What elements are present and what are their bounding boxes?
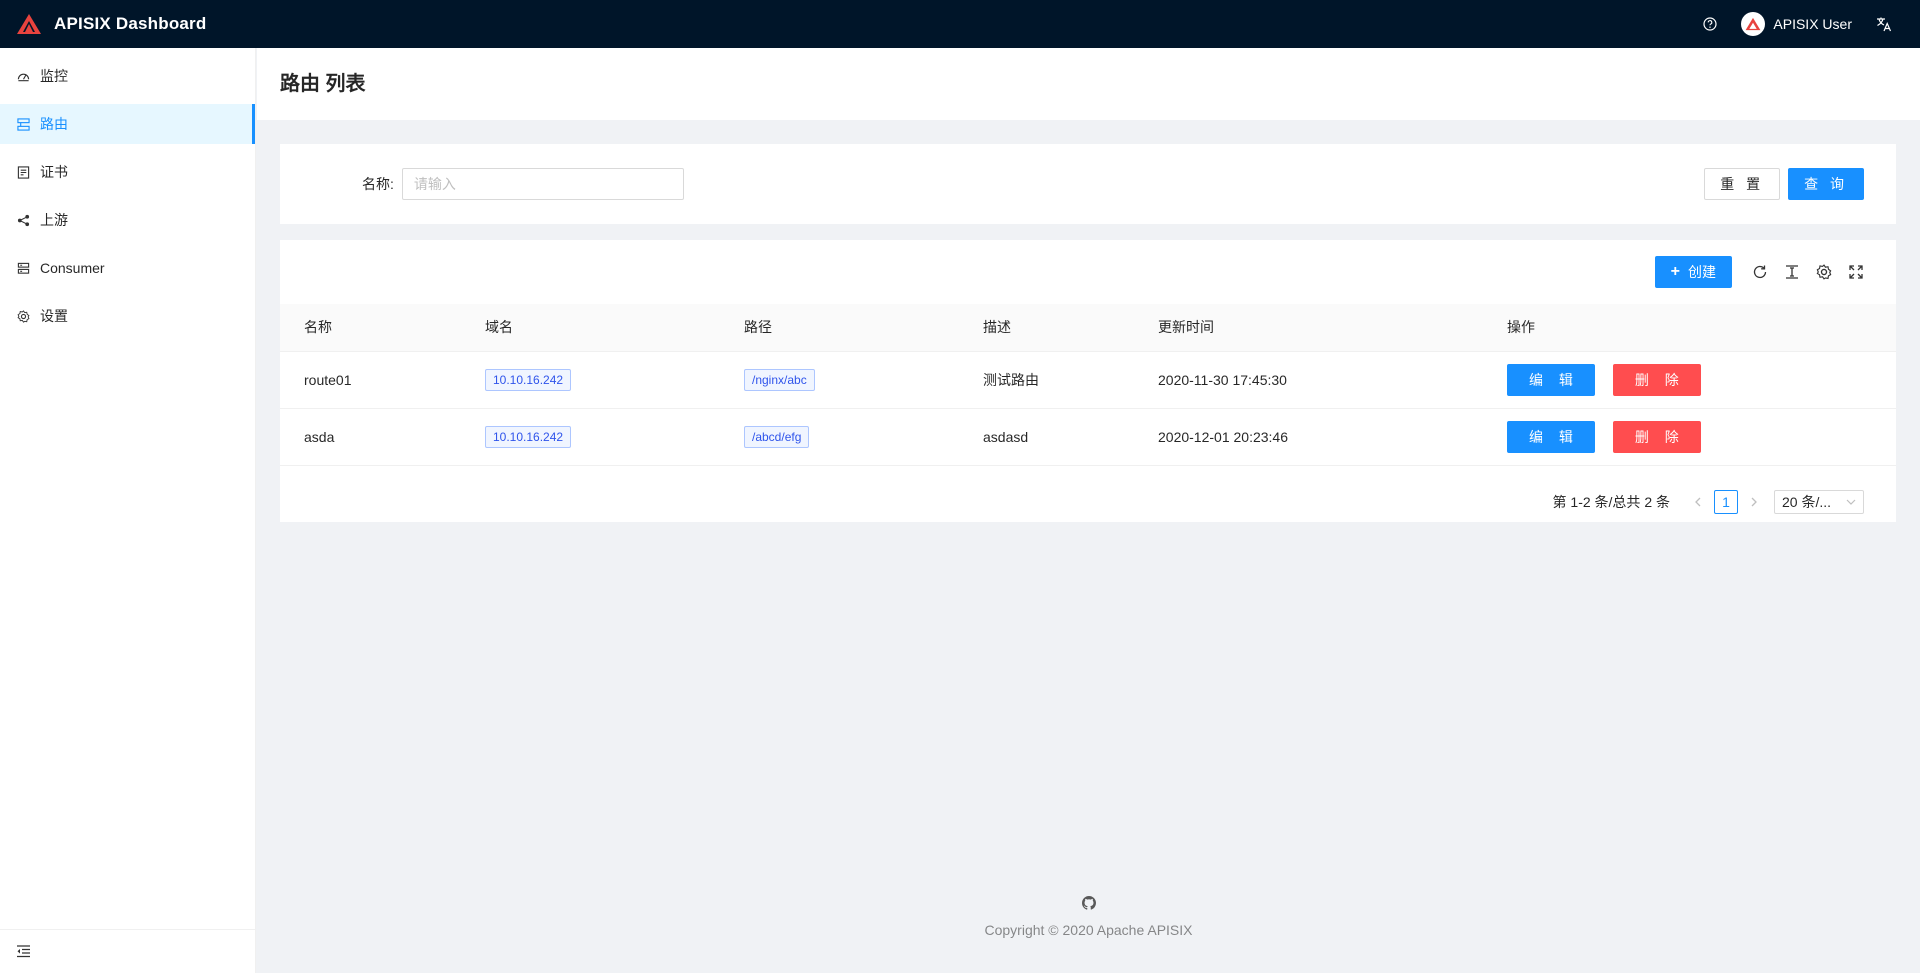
chevron-down-icon bbox=[1846, 499, 1856, 505]
help-button[interactable] bbox=[1691, 0, 1729, 48]
sidebar-item-monitor[interactable]: 监控 bbox=[0, 56, 255, 96]
path-tag: /abcd/efg bbox=[744, 425, 810, 448]
page-header: 路由 列表 bbox=[257, 48, 1920, 120]
question-circle-icon bbox=[1703, 17, 1718, 31]
logo[interactable]: APISIX Dashboard bbox=[16, 13, 206, 35]
chevron-right-icon bbox=[1751, 497, 1757, 506]
reset-button[interactable]: 重 置 bbox=[1704, 168, 1781, 200]
user-name: APISIX User bbox=[1773, 16, 1852, 32]
table-row: asda 10.10.16.242 /abcd/efg asdasd 2020-… bbox=[280, 408, 1896, 466]
column-header-host[interactable]: 域名 bbox=[461, 304, 720, 352]
delete-button[interactable]: 删 除 bbox=[1612, 363, 1701, 396]
setting-icon bbox=[16, 309, 30, 323]
plus-icon: + bbox=[1670, 263, 1680, 280]
column-header-path[interactable]: 路径 bbox=[720, 304, 959, 352]
collapse-sidebar-button[interactable] bbox=[0, 929, 256, 973]
table-header-row: 名称 域名 路径 描述 更新时间 操作 bbox=[280, 304, 1896, 352]
sidebar-item-label: 设置 bbox=[40, 308, 68, 324]
sidebar-item-label: 监控 bbox=[40, 68, 68, 84]
table-toolbar: + 创建 bbox=[280, 240, 1896, 304]
cell-updated-time: 2020-11-30 17:45:30 bbox=[1134, 351, 1483, 409]
path-tag: /nginx/abc bbox=[744, 368, 815, 391]
sidebar-item-consumer[interactable]: Consumer bbox=[0, 248, 255, 288]
host-tag: 10.10.16.242 bbox=[485, 425, 572, 448]
page-1-button[interactable]: 1 bbox=[1714, 489, 1738, 514]
apisix-logo-icon bbox=[17, 14, 41, 34]
reload-icon bbox=[1753, 265, 1767, 279]
certificate-icon bbox=[16, 165, 30, 179]
consumer-icon bbox=[16, 261, 30, 275]
sidebar-item-ssl[interactable]: 证书 bbox=[0, 152, 255, 192]
host-tag: 10.10.16.242 bbox=[485, 368, 572, 391]
copyright-text: Copyright © 2020 Apache APISIX bbox=[984, 922, 1193, 938]
github-link[interactable] bbox=[257, 896, 1920, 910]
sidebar-item-label: Consumer bbox=[40, 260, 105, 276]
page-size-select[interactable]: 20 条/... bbox=[1774, 489, 1864, 514]
route-table-card: + 创建 名称 域名 路径 描述 更新时间 操作 route01 10.10.1… bbox=[280, 240, 1896, 522]
github-icon bbox=[1081, 896, 1096, 910]
create-route-button[interactable]: + 创建 bbox=[1654, 256, 1732, 288]
name-search-input[interactable] bbox=[401, 168, 684, 200]
user-menu[interactable]: APISIX User bbox=[1729, 0, 1864, 48]
edit-button[interactable]: 编 辑 bbox=[1507, 420, 1595, 453]
page-size-value: 20 条/... bbox=[1782, 493, 1832, 510]
pagination: 第 1-2 条/总共 2 条 1 20 条/... bbox=[280, 466, 1896, 522]
search-form: 名称: 重 置 查 询 bbox=[280, 144, 1896, 224]
menu-fold-icon bbox=[17, 945, 30, 958]
column-header-description[interactable]: 描述 bbox=[959, 304, 1134, 352]
query-button[interactable]: 查 询 bbox=[1788, 168, 1864, 200]
edit-button[interactable]: 编 辑 bbox=[1507, 363, 1595, 396]
cell-name: route01 bbox=[280, 351, 461, 409]
sidebar-item-routes[interactable]: 路由 bbox=[0, 104, 255, 144]
next-page-button[interactable] bbox=[1742, 490, 1766, 514]
translation-icon bbox=[1877, 17, 1892, 32]
column-header-name[interactable]: 名称 bbox=[280, 304, 461, 352]
sidebar-item-label: 上游 bbox=[40, 212, 68, 228]
column-header-updated[interactable]: 更新时间 bbox=[1134, 304, 1483, 352]
fullscreen-button[interactable] bbox=[1840, 256, 1872, 288]
chevron-left-icon bbox=[1695, 497, 1701, 506]
column-settings-button[interactable] bbox=[1808, 256, 1840, 288]
cell-updated-time: 2020-12-01 20:23:46 bbox=[1134, 408, 1483, 466]
top-header: APISIX Dashboard APISIX User bbox=[0, 0, 1920, 48]
pagination-total: 第 1-2 条/总共 2 条 bbox=[1552, 493, 1670, 510]
dashboard-icon bbox=[16, 69, 30, 83]
sidebar-item-settings[interactable]: 设置 bbox=[0, 296, 255, 336]
prev-page-button[interactable] bbox=[1686, 490, 1710, 514]
footer: Copyright © 2020 Apache APISIX bbox=[257, 896, 1920, 938]
upstream-icon bbox=[16, 213, 30, 227]
route-table: 名称 域名 路径 描述 更新时间 操作 route01 10.10.16.242… bbox=[280, 304, 1896, 466]
create-label: 创建 bbox=[1688, 264, 1716, 280]
delete-button[interactable]: 删 除 bbox=[1612, 420, 1701, 453]
sidebar-item-label: 证书 bbox=[40, 164, 68, 180]
cell-description: 测试路由 bbox=[959, 351, 1134, 409]
sidebar-item-label: 路由 bbox=[40, 116, 68, 132]
cell-name: asda bbox=[280, 408, 461, 466]
language-switch-button[interactable] bbox=[1864, 0, 1904, 48]
app-title: APISIX Dashboard bbox=[54, 14, 207, 33]
setting-icon bbox=[1816, 264, 1832, 280]
reload-button[interactable] bbox=[1744, 256, 1776, 288]
sidebar-item-upstream[interactable]: 上游 bbox=[0, 200, 255, 240]
cell-description: asdasd bbox=[959, 408, 1134, 466]
fullscreen-icon bbox=[1849, 265, 1863, 279]
column-header-operation: 操作 bbox=[1483, 304, 1896, 352]
sidebar-menu: 监控 路由 证书 上游 Consumer 设置 bbox=[0, 48, 255, 336]
column-height-icon bbox=[1786, 265, 1798, 279]
name-label: 名称: bbox=[362, 176, 394, 192]
page-title: 路由 列表 bbox=[280, 73, 366, 95]
table-row: route01 10.10.16.242 /nginx/abc 测试路由 202… bbox=[280, 351, 1896, 409]
sidebar: 监控 路由 证书 上游 Consumer 设置 bbox=[0, 48, 256, 973]
avatar bbox=[1741, 12, 1766, 36]
density-button[interactable] bbox=[1776, 256, 1808, 288]
apisix-avatar-icon bbox=[1746, 17, 1761, 31]
route-icon bbox=[16, 117, 30, 131]
